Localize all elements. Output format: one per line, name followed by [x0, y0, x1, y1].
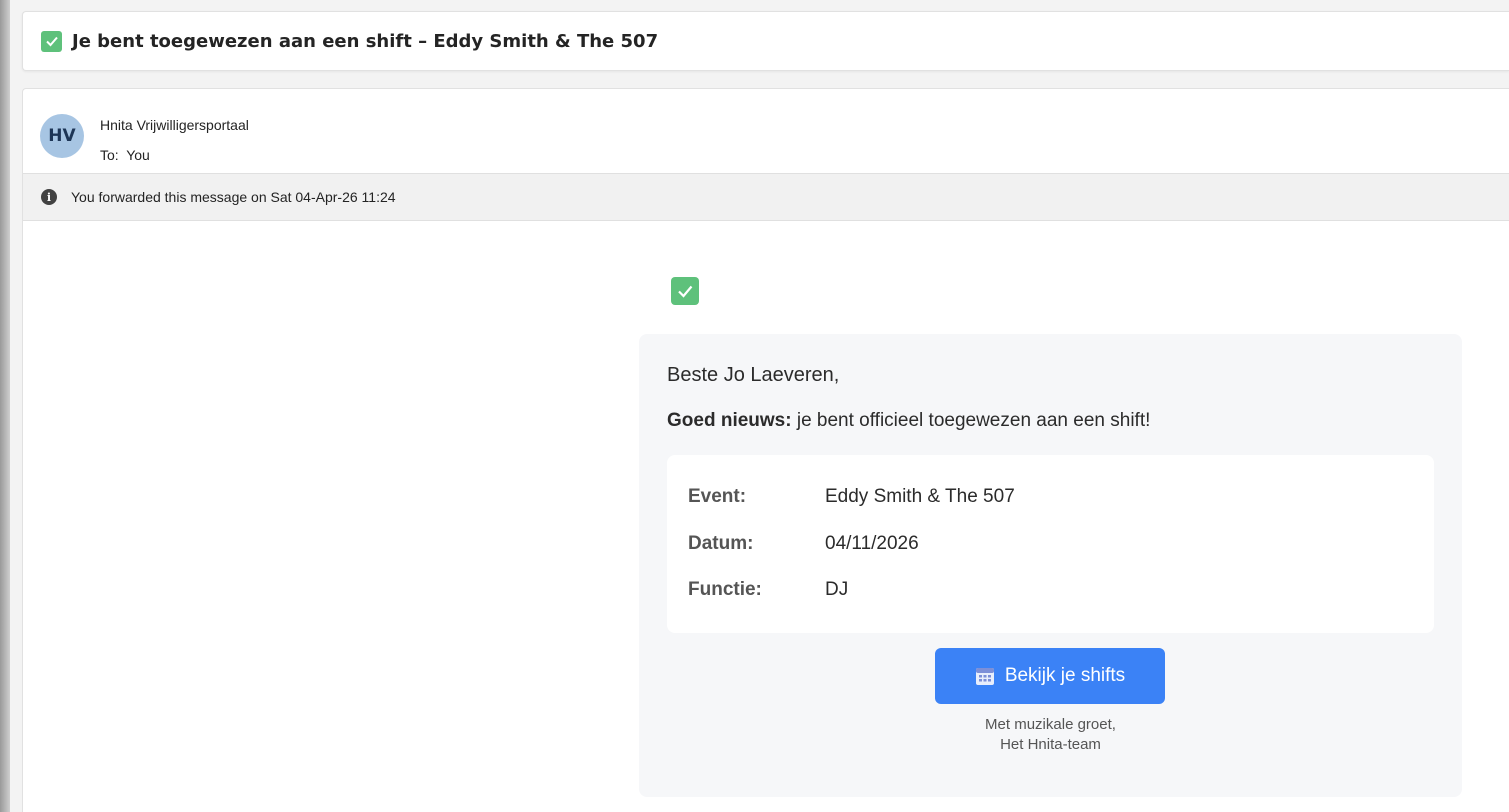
recipient-line: To: You	[100, 147, 150, 163]
message-header: HV Hnita Vrijwilligersportaal To: You	[23, 89, 1509, 173]
view-shifts-button[interactable]: Bekijk je shifts	[935, 648, 1165, 704]
detail-label: Datum:	[688, 533, 754, 554]
greeting: Beste Jo Laeveren,	[667, 364, 840, 386]
detail-value: 04/11/2026	[825, 533, 919, 554]
shift-details: Event: Eddy Smith & The 507 Datum: 04/11…	[667, 455, 1434, 633]
detail-value: DJ	[825, 579, 849, 600]
forward-notice: You forwarded this message on Sat 04-Apr…	[71, 189, 396, 205]
email-subject: Je bent toegewezen aan een shift – Eddy …	[72, 30, 659, 52]
view-shifts-label: Bekijk je shifts	[1004, 665, 1126, 686]
news-text: je bent officieel toegewezen aan een shi…	[791, 410, 1151, 431]
email-content-box: Beste Jo Laeveren, Goed nieuws: je bent …	[639, 334, 1462, 797]
avatar[interactable]: HV	[40, 114, 84, 158]
forward-notice-bar: i You forwarded this message on Sat 04-A…	[23, 173, 1509, 221]
info-icon: i	[41, 189, 57, 205]
signoff-line-1: Met muzikale groet,	[985, 716, 1116, 733]
check-square-icon	[671, 277, 699, 305]
window-edge	[0, 0, 10, 812]
signoff-line-2: Het Hnita-team	[1000, 736, 1101, 753]
news-line: Goed nieuws: je bent officieel toegeweze…	[667, 410, 1150, 432]
to-label: To:	[100, 147, 119, 163]
to-value[interactable]: You	[126, 147, 150, 163]
check-square-icon	[41, 30, 62, 52]
detail-label: Event:	[688, 486, 747, 507]
news-bold: Goed nieuws:	[667, 410, 792, 431]
detail-value: Eddy Smith & The 507	[825, 486, 1015, 507]
sender-name[interactable]: Hnita Vrijwilligersportaal	[100, 117, 249, 133]
message-card: HV Hnita Vrijwilligersportaal To: You i …	[22, 88, 1509, 812]
detail-label: Functie:	[688, 579, 762, 600]
subject-bar: Je bent toegewezen aan een shift – Eddy …	[22, 11, 1509, 71]
calendar-icon	[975, 666, 995, 686]
